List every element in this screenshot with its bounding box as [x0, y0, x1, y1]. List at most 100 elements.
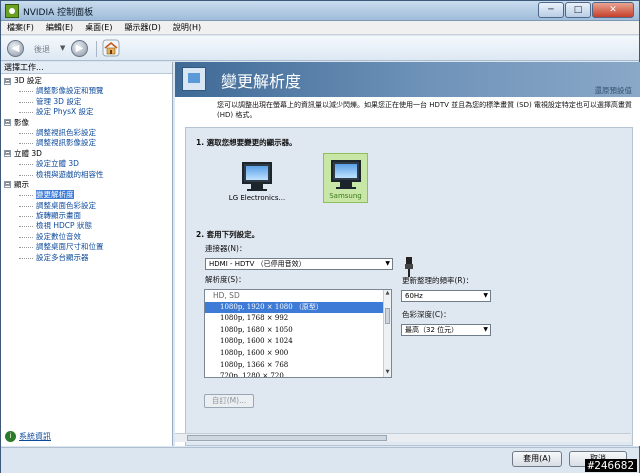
section-select-display: 1. 選取您想要變更的顯示器。 [196, 138, 297, 147]
collapse-icon[interactable]: ⊟ [4, 150, 11, 158]
sidebar-item[interactable]: 設定多台顯示器 [1, 253, 172, 263]
sidebar-item-label: 顯示 [14, 179, 29, 189]
resolution-list-scrollbar[interactable]: ▲ ▼ [383, 290, 391, 377]
sidebar-item-label: 檢視 HDCP 狀態 [36, 221, 92, 231]
forward-arrow-icon[interactable]: ▶ [71, 40, 88, 57]
menu-display[interactable]: 顯示器(D) [124, 21, 160, 34]
maximize-button[interactable]: □ [565, 2, 591, 18]
page-title: 變更解析度 [221, 72, 302, 91]
chevron-down-icon: ▼ [385, 260, 390, 267]
sidebar-item[interactable]: 調整影像設定和預覽 [1, 86, 172, 96]
sidebar-item[interactable]: 檢視與遊戲的相容性 [1, 170, 172, 180]
minimize-button[interactable]: ─ [538, 2, 564, 18]
sidebar-item-label: 設定立體 3D [36, 159, 79, 169]
sidebar-item[interactable]: 檢視 HDCP 狀態 [1, 221, 172, 231]
info-icon: i [5, 431, 16, 442]
menu-file[interactable]: 檔案(F) [7, 21, 34, 34]
refresh-rate-label: 更新整理的頻率(R)： [402, 276, 474, 285]
footer-bar: 套用(A) 取消 [1, 447, 639, 473]
collapse-icon[interactable]: ⊟ [4, 77, 11, 85]
restore-defaults-link[interactable]: 還原預設值 [595, 85, 633, 96]
system-info-link[interactable]: i 系統資訊 [5, 431, 51, 442]
color-depth-select[interactable]: 最高（32 位元） ▼ [401, 324, 491, 336]
sidebar-category[interactable]: ⊟ 顯示 [1, 180, 172, 190]
settings-panel: 1. 選取您想要變更的顯示器。 LG Electronics... Samsun… [185, 127, 633, 446]
home-icon[interactable] [102, 39, 120, 57]
sidebar-category[interactable]: ⊟ 立體 3D [1, 149, 172, 159]
sidebar-item[interactable]: 變更解析度 [1, 190, 172, 200]
nvidia-control-panel-window: NVIDIA 控制面板 ─ □ ✕ 檔案(F) 編輯(E) 桌面(E) 顯示器(… [0, 0, 640, 473]
resolution-option[interactable]: 1080p, 1366 × 768 [205, 360, 391, 372]
sidebar-item-label: 變更解析度 [36, 190, 74, 200]
apply-button[interactable]: 套用(A) [512, 451, 562, 467]
monitor-icon [330, 160, 361, 182]
watermark: #246682 [584, 459, 637, 472]
sidebar-item-label: 3D 設定 [14, 76, 42, 85]
monitor-foot [247, 189, 267, 191]
window-controls: ─ □ ✕ [538, 2, 634, 18]
display-lg-electronics[interactable]: LG Electronics... [226, 158, 288, 204]
resolution-option[interactable]: 720p, 1280 × 720 [205, 371, 391, 377]
sidebar-item[interactable]: 管理 3D 設定 [1, 97, 172, 107]
menu-desktop[interactable]: 桌面(E) [85, 21, 112, 34]
main-horizontal-scrollbar[interactable] [175, 433, 631, 442]
back-arrow-icon[interactable]: ◀ [7, 40, 24, 57]
sidebar-item-label: 立體 3D [14, 148, 42, 158]
sidebar-item[interactable]: 調整視訊影像設定 [1, 138, 172, 148]
display-label: LG Electronics... [228, 194, 286, 202]
sidebar-item[interactable]: 調整視訊色彩設定 [1, 128, 172, 138]
scroll-thumb[interactable] [385, 308, 390, 324]
sidebar-item[interactable]: 設定數位音效 [1, 232, 172, 242]
scroll-down-icon[interactable]: ▼ [384, 369, 391, 377]
sidebar-item[interactable]: 調整桌面色彩設定 [1, 201, 172, 211]
sidebar-item-label: 旋轉顯示畫面 [36, 211, 81, 221]
connector-value: HDMI - HDTV （已停用音效） [209, 260, 306, 268]
sidebar-item-label: 調整影像設定和預覽 [36, 86, 104, 96]
close-button[interactable]: ✕ [592, 2, 634, 18]
refresh-rate-value: 60Hz [405, 292, 423, 300]
toolbar: ◀ 後退 ▼ ▶ [1, 36, 639, 61]
monitor-foot [335, 187, 356, 189]
sidebar-category[interactable]: ⊟ 影像 [1, 118, 172, 128]
connector-select[interactable]: HDMI - HDTV （已停用音效） ▼ [205, 258, 393, 270]
resolution-list[interactable]: HD, SD 1080p, 1920 × 1080 （原型） 1080p, 176… [204, 289, 392, 378]
task-tree: ⊟ 3D 設定 調整影像設定和預覽 管理 3D 設定 設定 PhysX 設定 ⊟ 影像 調整視… [1, 74, 172, 263]
sidebar-item-label: 檢視與遊戲的相容性 [36, 169, 104, 179]
toolbar-separator [96, 41, 97, 57]
collapse-icon[interactable]: ⊟ [4, 181, 11, 189]
sidebar-item[interactable]: 旋轉顯示畫面 [1, 211, 172, 221]
menu-help[interactable]: 說明(H) [173, 21, 201, 34]
sidebar-item[interactable]: 設定立體 3D [1, 159, 172, 169]
resolution-option[interactable]: 1080p, 1600 × 900 [205, 348, 391, 360]
monitor-icon [242, 162, 272, 184]
resolution-option[interactable]: 1080p, 1768 × 992 [205, 313, 391, 325]
window-title: NVIDIA 控制面板 [23, 8, 94, 18]
scroll-up-icon[interactable]: ▲ [384, 290, 391, 298]
sidebar-item-label: 調整桌面色彩設定 [36, 200, 96, 210]
color-depth-value: 最高（32 位元） [405, 326, 459, 334]
back-label[interactable]: 後退 [34, 44, 50, 55]
display-label: Samsung [329, 192, 362, 200]
system-info-label: 系統資訊 [19, 432, 51, 441]
sidebar-category[interactable]: ⊟ 3D 設定 [1, 76, 172, 86]
menu-edit[interactable]: 編輯(E) [46, 21, 73, 34]
sidebar-item[interactable]: 調整桌面尺寸和位置 [1, 242, 172, 252]
sidebar-item-label: 調整視訊色彩設定 [36, 127, 96, 137]
task-sidebar: 選擇工作... ⊟ 3D 設定 調整影像設定和預覽 管理 3D 設定 設定 PhysX … [1, 62, 173, 446]
resolution-option[interactable]: 1080p, 1600 × 1024 [205, 336, 391, 348]
custom-resolution-button[interactable]: 自訂(M)... [204, 394, 254, 408]
scroll-thumb[interactable] [187, 435, 387, 441]
sidebar-item[interactable]: 設定 PhysX 設定 [1, 107, 172, 117]
display-samsung[interactable]: Samsung [323, 153, 368, 203]
collapse-icon[interactable]: ⊟ [4, 119, 11, 127]
resolution-label: 解析度(S)： [205, 275, 246, 284]
color-depth-label: 色彩深度(C)： [402, 310, 451, 319]
resolution-option[interactable]: 1080p, 1920 × 1080 （原型） [205, 301, 391, 314]
resolution-group-label: HD, SD [213, 291, 240, 300]
chevron-down-icon[interactable]: ▼ [60, 44, 65, 52]
resolution-option[interactable]: 1080p, 1680 × 1050 [205, 325, 391, 337]
sidebar-item-label: 設定 PhysX 設定 [36, 107, 94, 117]
page-description: 您可以調整出現在螢幕上的資訊量以減少閃爍。如果您正在使用一台 HDTV 並且為您… [217, 101, 632, 119]
refresh-rate-select[interactable]: 60Hz ▼ [401, 290, 491, 302]
menu-bar: 檔案(F) 編輯(E) 桌面(E) 顯示器(D) 說明(H) [1, 21, 639, 35]
